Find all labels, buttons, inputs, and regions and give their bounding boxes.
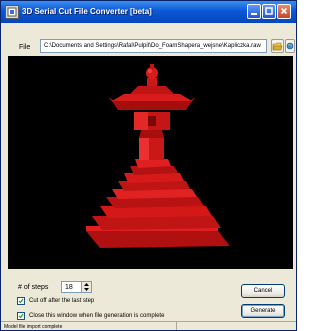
window-title: 3D Serial Cut File Converter [beta] (22, 7, 152, 16)
steps-stepper[interactable]: 18 (61, 281, 92, 293)
pagoda-model (86, 64, 230, 248)
folder-open-icon[interactable] (271, 39, 284, 53)
spin-down-icon[interactable] (82, 287, 91, 292)
status-divider (176, 322, 177, 330)
model-preview-viewport[interactable] (8, 56, 293, 269)
status-text: Model file import complete (4, 324, 63, 330)
file-label: File (19, 44, 31, 51)
cutoff-checkbox[interactable] (17, 297, 25, 305)
cutoff-checkbox-label[interactable]: Cut off after the last step (29, 297, 94, 305)
generate-button[interactable]: Generate (241, 304, 285, 318)
file-row: File C:\Documents and Settings\Rafal\Pul… (1, 25, 296, 53)
file-path-field[interactable]: C:\Documents and Settings\Rafal\Pulpit\D… (40, 39, 267, 53)
converter-window: 3D Serial Cut File Converter [beta] File… (0, 0, 297, 331)
maximize-icon[interactable] (262, 4, 276, 19)
close-window-checkbox-label[interactable]: Close this window when file generation i… (29, 312, 164, 320)
steps-value[interactable]: 18 (65, 283, 73, 292)
options-panel: # of steps 18 Cut off after the last ste… (1, 271, 296, 321)
globe-icon[interactable] (285, 39, 295, 53)
status-bar: Model file import complete (1, 321, 296, 330)
app-icon (5, 5, 19, 19)
steps-spin-buttons (81, 282, 91, 292)
close-window-checkbox[interactable] (17, 312, 25, 320)
cancel-button[interactable]: Cancel (241, 284, 285, 298)
steps-label: # of steps (18, 284, 49, 291)
minimize-icon[interactable] (247, 4, 261, 19)
close-icon[interactable] (277, 4, 291, 19)
title-bar[interactable]: 3D Serial Cut File Converter [beta] (1, 1, 296, 23)
